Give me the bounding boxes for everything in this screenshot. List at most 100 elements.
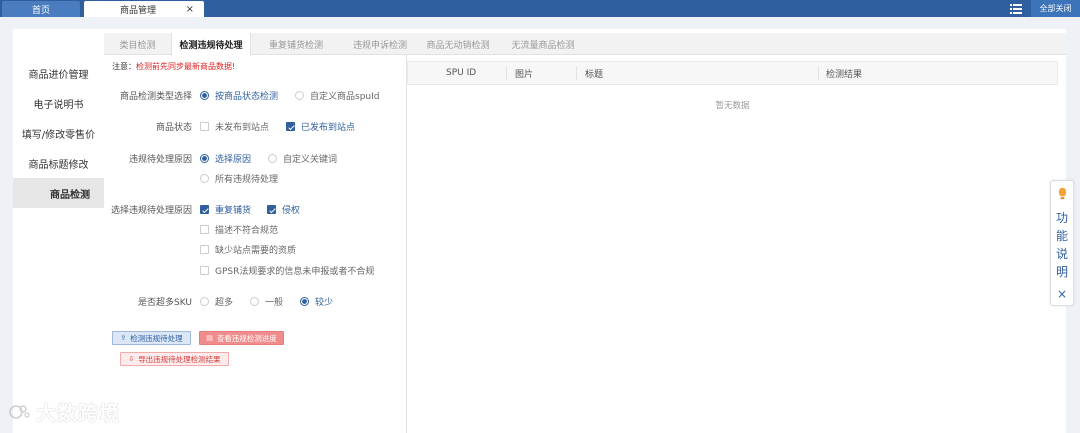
- view-progress-button[interactable]: ▤ 查看违规检测进度: [199, 331, 284, 345]
- checkbox-unpublished[interactable]: 未发布到站点: [200, 120, 269, 133]
- tab-duplicate-check[interactable]: 重复铺货检测: [251, 33, 341, 55]
- panel-divider: [406, 55, 407, 433]
- download-icon: ⇩: [128, 355, 135, 363]
- checkbox-unchecked-icon: [200, 245, 209, 254]
- sidebar-item-title-edit[interactable]: 商品标题修改: [13, 148, 104, 178]
- results-table-header: SPU ID 图片 标题 检测结果: [407, 61, 1058, 85]
- detect-violation-button[interactable]: ⇪ 检测违规待处理: [112, 331, 191, 345]
- option-label: GPSR法规要求的信息未申报或者不合规: [215, 267, 375, 277]
- top-bar: 首页 商品管理 × 全部关闭: [0, 0, 1080, 17]
- close-icon[interactable]: ×: [1051, 287, 1073, 301]
- brand-watermark: 大数跨境: [8, 397, 120, 426]
- column-result: 检测结果: [826, 69, 863, 80]
- checkbox-infringement[interactable]: 侵权: [267, 203, 300, 216]
- checkbox-unchecked-icon: [200, 225, 209, 234]
- many-sku-label: 是否超多SKU: [138, 298, 192, 308]
- help-char: 说: [1055, 247, 1068, 261]
- checkbox-checked-icon: [267, 205, 276, 214]
- option-label: 未发布到站点: [215, 123, 270, 133]
- close-icon[interactable]: ×: [186, 4, 194, 15]
- tab-no-sales-check[interactable]: 商品无动销检测: [419, 33, 497, 55]
- help-label: 功 能 说 明: [1051, 209, 1073, 281]
- option-label: 缺少站点需要的资质: [215, 246, 297, 256]
- option-label: 已发布到站点: [301, 123, 356, 133]
- sidebar-item-product-check[interactable]: 商品检测: [13, 178, 104, 208]
- checkbox-checked-icon: [286, 122, 295, 131]
- tab-violation-pending[interactable]: 检测违规待处理: [171, 33, 251, 56]
- watermark-text: 大数跨境: [36, 401, 120, 425]
- radio-sku-normal[interactable]: 一般: [250, 295, 283, 308]
- radio-by-status[interactable]: 按商品状态检测: [200, 89, 278, 102]
- select-reason-label: 选择违规待处理原因: [110, 206, 192, 216]
- column-image: 图片: [515, 69, 534, 80]
- button-label: 检测违规待处理: [130, 333, 183, 343]
- radio-all-violations[interactable]: 所有违规待处理: [200, 172, 278, 185]
- tab-appeal-check[interactable]: 违规申诉检测: [341, 33, 419, 55]
- upload-icon: ⇪: [120, 334, 127, 342]
- radio-unchecked-icon: [200, 297, 209, 306]
- help-char: 明: [1055, 265, 1068, 279]
- document-icon: ▤: [206, 334, 213, 342]
- option-label: 按商品状态检测: [215, 92, 279, 102]
- button-label: 查看违规检测进度: [216, 333, 277, 343]
- watermark-logo-icon: [9, 404, 30, 419]
- radio-checked-icon: [200, 154, 209, 163]
- product-status-label: 商品状态: [155, 123, 192, 133]
- sidebar-item-e-manual[interactable]: 电子说明书: [13, 88, 104, 118]
- tab-category-check[interactable]: 类目检测: [104, 33, 171, 55]
- option-label: 侵权: [282, 206, 301, 216]
- radio-select-reason[interactable]: 选择原因: [200, 152, 251, 165]
- option-label: 自定义关键词: [283, 155, 338, 165]
- radio-unchecked-icon: [295, 91, 304, 100]
- tab-no-traffic-check[interactable]: 无流量商品检测: [497, 33, 589, 55]
- column-divider: [576, 66, 577, 80]
- button-label: 导出违规待处理检测结果: [138, 354, 221, 364]
- lightbulb-icon: [1058, 187, 1067, 200]
- list-menu-icon[interactable]: [1006, 1, 1026, 16]
- checkbox-qualification[interactable]: 缺少站点需要的资质: [200, 243, 296, 256]
- subtab-bar: 类目检测 检测违规待处理 重复铺货检测 违规申诉检测 商品无动销检测 无流量商品…: [104, 33, 1066, 56]
- check-type-label: 商品检测类型选择: [119, 92, 192, 102]
- tab-product-management[interactable]: 商品管理 ×: [84, 1, 204, 17]
- radio-sku-few[interactable]: 较少: [300, 295, 333, 308]
- checkbox-checked-icon: [200, 205, 209, 214]
- sync-notice: 注意：检测前先同步最新商品数据!: [112, 61, 235, 72]
- radio-checked-icon: [300, 297, 309, 306]
- feature-help-panel[interactable]: 功 能 说 明 ×: [1050, 180, 1074, 306]
- option-label: 重复铺货: [215, 206, 252, 216]
- radio-custom-keyword[interactable]: 自定义关键词: [268, 152, 337, 165]
- column-divider: [506, 66, 507, 80]
- radio-unchecked-icon: [250, 297, 259, 306]
- radio-checked-icon: [200, 91, 209, 100]
- violation-reason-label: 违规待处理原因: [128, 155, 192, 165]
- notice-text: 检测前先同步最新商品数据!: [136, 62, 236, 71]
- checkbox-description[interactable]: 描述不符合规范: [200, 223, 278, 236]
- radio-unchecked-icon: [200, 174, 209, 183]
- radio-unchecked-icon: [268, 154, 277, 163]
- option-label: 较少: [315, 298, 334, 308]
- help-char: 功: [1055, 211, 1068, 225]
- option-label: 自定义商品spuId: [310, 92, 380, 102]
- option-label: 选择原因: [215, 155, 252, 165]
- sidebar-item-purchase-price[interactable]: 商品进价管理: [13, 58, 104, 88]
- close-all-button[interactable]: 全部关闭: [1031, 0, 1080, 17]
- notice-prefix: 注意：: [112, 62, 136, 71]
- tab-home[interactable]: 首页: [2, 1, 80, 17]
- sidebar-item-retail-price[interactable]: 填写/修改零售价: [13, 118, 104, 148]
- checkbox-duplicate[interactable]: 重复铺货: [200, 203, 251, 216]
- help-char: 能: [1055, 229, 1068, 243]
- checkbox-published[interactable]: 已发布到站点: [286, 120, 355, 133]
- radio-sku-many[interactable]: 超多: [200, 295, 233, 308]
- column-title: 标题: [585, 69, 604, 80]
- empty-state-text: 暂无数据: [715, 101, 750, 111]
- radio-custom-spuid[interactable]: 自定义商品spuId: [295, 89, 379, 102]
- option-label: 超多: [215, 298, 234, 308]
- option-label: 所有违规待处理: [215, 175, 279, 185]
- checkbox-gpsr[interactable]: GPSR法规要求的信息未申报或者不合规: [200, 264, 374, 277]
- column-divider: [818, 66, 819, 80]
- export-results-button[interactable]: ⇩ 导出违规待处理检测结果: [120, 352, 229, 366]
- tab-label: 商品管理: [120, 5, 157, 16]
- option-label: 一般: [265, 298, 284, 308]
- sidebar: 商品进价管理 电子说明书 填写/修改零售价 商品标题修改 商品检测: [13, 29, 104, 433]
- option-label: 描述不符合规范: [215, 226, 279, 236]
